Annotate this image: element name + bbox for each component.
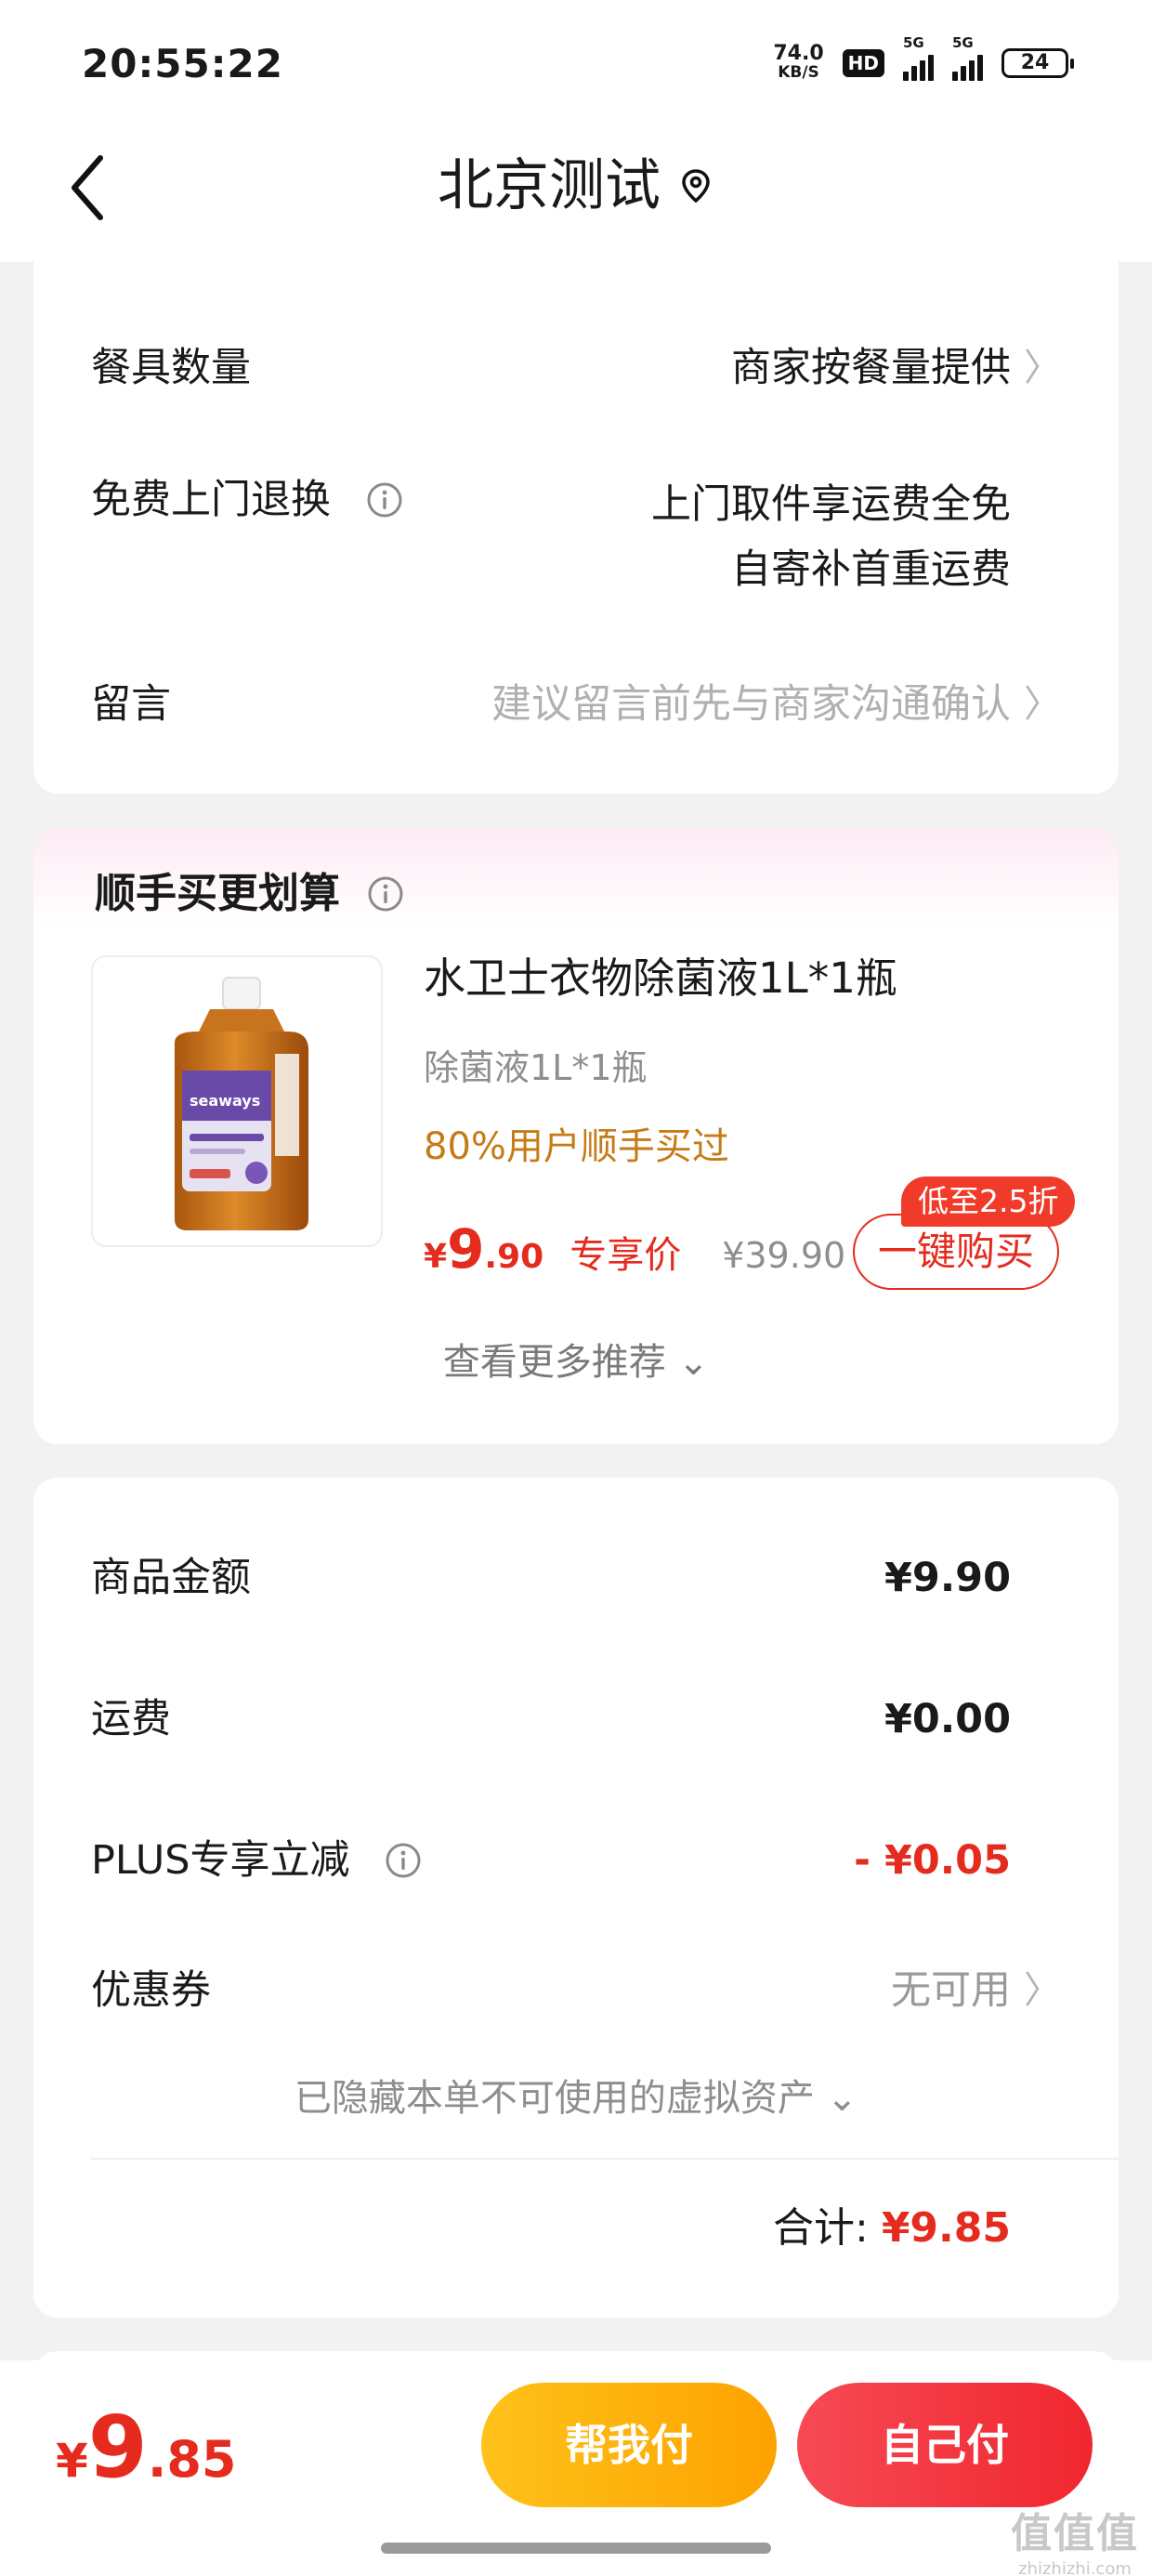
more-recommendations-link[interactable]: 查看更多推荐 ⌄ bbox=[33, 1336, 1119, 1388]
disinfectant-bottle-image: seaways bbox=[175, 977, 308, 1230]
product-spec: 除菌液1L*1瓶 bbox=[424, 1047, 648, 1088]
status-time: 20:55:22 bbox=[82, 41, 283, 86]
goods-amount-value: ¥9.90 bbox=[884, 1555, 1011, 1601]
divider bbox=[91, 2158, 1119, 2160]
goods-amount-row: 商品金额 ¥9.90 bbox=[91, 1550, 1061, 1606]
signal-icon-1: 5G bbox=[903, 34, 934, 81]
free-return-value-line2: 自寄补首重运费 bbox=[731, 546, 1011, 593]
total-value: ¥9.85 bbox=[881, 2204, 1011, 2252]
product-social-proof: 80%用户顺手买过 bbox=[424, 1125, 729, 1168]
total-label: 合计: bbox=[772, 2204, 869, 2252]
bottom-total-decimal: .85 bbox=[147, 2430, 237, 2489]
discount-badge: 低至2.5折 bbox=[901, 1176, 1076, 1227]
free-return-value: 上门取件享运费全免 自寄补首重运费 bbox=[651, 472, 1011, 602]
network-speed-unit: KB/S bbox=[778, 63, 819, 82]
original-price: ¥39.90 bbox=[722, 1235, 846, 1276]
info-icon[interactable] bbox=[367, 875, 404, 913]
product-name[interactable]: 水卫士衣物除菌液1L*1瓶 bbox=[424, 950, 897, 1007]
order-info-card: 餐具数量 商家按餐量提供 〉 免费上门退换 上门取件享运费全免 自寄补首重运费 … bbox=[33, 262, 1119, 794]
page-title-wrapper[interactable]: 北京测试 bbox=[0, 149, 1152, 223]
chevron-right-icon: 〉 bbox=[1024, 347, 1061, 389]
total-row: 合计: ¥9.85 bbox=[773, 2201, 1011, 2256]
recommend-title: 顺手买更划算 bbox=[95, 870, 340, 917]
watermark-url: zhizhizhi.com bbox=[1018, 2559, 1132, 2576]
pay-myself-button[interactable]: 自己付 bbox=[797, 2383, 1093, 2507]
shipping-value: ¥0.00 bbox=[884, 1696, 1011, 1742]
coupon-label: 优惠券 bbox=[91, 1967, 211, 2014]
help-me-pay-button[interactable]: 帮我付 bbox=[481, 2383, 777, 2507]
signal-2-label: 5G bbox=[952, 34, 974, 51]
price-tag: 专享价 bbox=[569, 1234, 682, 1277]
status-bar: 20:55:22 74.0 KB/S HD 5G 5G 24 bbox=[0, 0, 1152, 130]
price-summary-card: 商品金额 ¥9.90 运费 ¥0.00 PLUS专享立减 - ¥0.05 优惠券… bbox=[33, 1478, 1119, 2318]
recommend-title-wrap: 顺手买更划算 bbox=[95, 866, 404, 922]
shipping-row: 运费 ¥0.00 bbox=[91, 1691, 1061, 1747]
chevron-right-icon: 〉 bbox=[1024, 1969, 1061, 2012]
status-icons: 74.0 KB/S HD 5G 5G 24 bbox=[773, 34, 1074, 83]
bottom-total-integer: 9 bbox=[87, 2398, 148, 2497]
plus-discount-label: PLUS专享立减 bbox=[91, 1837, 350, 1884]
price-integer: 9 bbox=[447, 1217, 485, 1281]
signal-icon-2: 5G bbox=[952, 34, 983, 81]
free-return-row: 免费上门退换 上门取件享运费全免 自寄补首重运费 bbox=[91, 472, 1061, 593]
bottom-total-symbol: ¥ bbox=[56, 2434, 88, 2488]
page-title: 北京测试 bbox=[438, 153, 661, 218]
free-return-label-wrap: 免费上门退换 bbox=[91, 472, 403, 528]
product-image[interactable]: seaways bbox=[91, 955, 383, 1247]
watermark: 值值值 zhizhizhi.com bbox=[1011, 2500, 1139, 2576]
price-decimal: .90 bbox=[484, 1238, 544, 1276]
plus-discount-label-wrap: PLUS专享立减 bbox=[91, 1833, 422, 1888]
hd-icon: HD bbox=[842, 49, 884, 77]
coupon-value: 无可用 bbox=[891, 1967, 1011, 2014]
chevron-right-icon: 〉 bbox=[1024, 683, 1061, 726]
info-icon[interactable] bbox=[366, 481, 403, 519]
recommend-card: 顺手买更划算 seaways 水卫士衣物除菌液1L*1瓶 除菌液1L*1瓶 80… bbox=[33, 827, 1119, 1444]
shipping-label: 运费 bbox=[91, 1696, 171, 1742]
plus-discount-row: PLUS专享立减 - ¥0.05 bbox=[91, 1833, 1061, 1888]
bottom-total-price: ¥ 9 .85 bbox=[56, 2398, 236, 2497]
free-return-label: 免费上门退换 bbox=[91, 477, 331, 523]
tableware-label: 餐具数量 bbox=[91, 345, 251, 391]
goods-amount-label: 商品金额 bbox=[91, 1555, 251, 1601]
home-indicator[interactable] bbox=[381, 2543, 771, 2554]
network-speed: 74.0 KB/S bbox=[773, 42, 824, 83]
nav-bar: 北京测试 bbox=[0, 130, 1152, 262]
signal-1-label: 5G bbox=[903, 34, 924, 51]
watermark-text: 值值值 bbox=[1011, 2510, 1139, 2557]
note-placeholder: 建议留言前先与商家沟通确认 bbox=[491, 681, 1011, 728]
map-pin-icon bbox=[682, 169, 710, 204]
hidden-assets-toggle[interactable]: 已隐藏本单不可使用的虚拟资产 ⌄ bbox=[33, 2072, 1119, 2124]
product-price-row: ¥ 9 .90 专享价 ¥39.90 bbox=[424, 1217, 845, 1282]
battery-icon: 24 bbox=[1001, 48, 1074, 78]
bottle-brand-text: seaways bbox=[190, 1092, 260, 1110]
info-icon[interactable] bbox=[385, 1842, 422, 1879]
price-symbol: ¥ bbox=[424, 1238, 448, 1276]
plus-discount-value: - ¥0.05 bbox=[854, 1837, 1011, 1884]
tableware-value: 商家按餐量提供 bbox=[731, 345, 1011, 391]
coupon-row[interactable]: 优惠券 无可用 〉 bbox=[91, 1963, 1061, 2018]
note-label: 留言 bbox=[91, 681, 171, 728]
free-return-value-line1: 上门取件享运费全免 bbox=[651, 481, 1011, 528]
network-speed-value: 74.0 bbox=[773, 42, 824, 65]
